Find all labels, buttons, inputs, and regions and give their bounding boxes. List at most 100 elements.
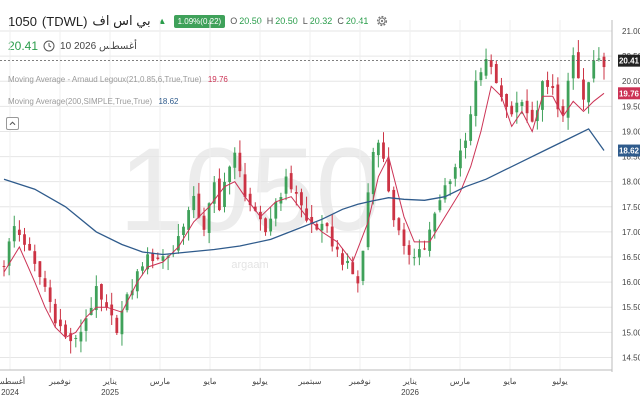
candle-body	[161, 256, 165, 261]
candle-body	[151, 253, 155, 262]
candle-body	[53, 303, 57, 324]
candle-body	[74, 337, 78, 339]
x-tick-label: مارس	[450, 377, 470, 386]
x-tick-label: سبتمبر	[298, 377, 322, 386]
candle-body	[356, 276, 360, 284]
indicator-sma-value: 18.62	[158, 97, 179, 106]
candle-body	[397, 218, 401, 231]
candle-body	[351, 262, 355, 275]
indicator-alma-name: Moving Average - Arnaud Legoux(21,0.85,6…	[8, 75, 202, 84]
candle-body	[325, 223, 329, 227]
candle-body	[48, 287, 52, 302]
y-tick-label: 16.50	[622, 253, 640, 262]
x-tick-label: نوفمبر	[348, 377, 371, 386]
candle-body	[197, 193, 201, 218]
candle-body	[597, 58, 601, 60]
candle-body	[376, 142, 380, 156]
candle-body	[469, 114, 473, 141]
candle-body	[233, 152, 237, 168]
candle-body	[571, 55, 575, 79]
candle-body	[392, 189, 396, 221]
candle-body	[141, 266, 144, 271]
candle-body	[187, 210, 191, 230]
x-tick-label: أغسطس	[0, 375, 25, 386]
x-tick-label: نوفمبر	[48, 377, 71, 386]
candle-body	[566, 80, 570, 118]
candle-body	[156, 257, 160, 259]
candle-body	[264, 218, 267, 233]
x-tick-label: يوليو	[251, 377, 267, 386]
indicator-sma-name: Moving Average(200,SIMPLE,True,True)	[8, 97, 153, 106]
candle-body	[2, 265, 6, 267]
candle-body	[43, 278, 47, 287]
candle-body	[417, 249, 421, 258]
axis-price-tag-label: 20.41	[619, 57, 640, 66]
candle-body	[182, 226, 185, 235]
candle-body	[274, 201, 278, 219]
y-tick-label: 14.50	[622, 353, 640, 362]
x-tick-label: مارس	[150, 377, 170, 386]
candle-body	[94, 286, 98, 311]
candle-body	[561, 106, 565, 115]
candle-body	[192, 195, 196, 211]
candle-body	[33, 251, 37, 264]
candle-body	[23, 234, 26, 245]
candle-body	[387, 159, 391, 192]
candle-body	[592, 60, 596, 79]
candle-body	[587, 82, 591, 103]
candle-body	[423, 248, 426, 250]
candle-body	[402, 229, 406, 246]
candle-body	[300, 192, 303, 206]
candle-body	[551, 85, 555, 89]
candle-body	[515, 102, 519, 113]
candle-body	[110, 304, 114, 316]
candle-body	[489, 60, 493, 67]
x-tick-label: يناير	[402, 377, 417, 386]
watermark-brand: argaam	[231, 259, 268, 271]
candle-body	[294, 192, 298, 194]
y-tick-label: 19.50	[622, 102, 640, 111]
candle-body	[100, 284, 103, 300]
candle-body	[330, 226, 334, 247]
candle-body	[120, 310, 124, 335]
candle-body	[38, 261, 42, 278]
candle-body	[520, 102, 524, 106]
candle-body	[448, 181, 452, 185]
candle-body	[382, 142, 385, 159]
candle-body	[341, 253, 344, 265]
candle-body	[602, 56, 606, 68]
candle-body	[371, 151, 375, 195]
candle-body	[84, 318, 88, 331]
candle-body	[64, 324, 67, 336]
candle-body	[305, 208, 308, 221]
indicator-alma-value: 19.76	[207, 75, 228, 84]
axis-price-tag-label: 19.76	[619, 89, 640, 98]
y-tick-label: 17.50	[622, 203, 640, 212]
axis-price-tag-label: 18.62	[619, 147, 640, 156]
candle-body	[12, 226, 16, 242]
candle-body	[582, 79, 585, 100]
indicator-alma[interactable]: Moving Average - Arnaud Legoux(21,0.85,6…	[8, 75, 228, 84]
candle-body	[320, 223, 324, 231]
candle-body	[269, 218, 273, 232]
candle-body	[412, 257, 416, 259]
candle-body	[17, 229, 21, 235]
candle-body	[228, 166, 232, 183]
collapse-chevron-icon[interactable]	[6, 117, 19, 130]
indicator-sma[interactable]: Moving Average(200,SIMPLE,True,True) 18.…	[8, 97, 178, 106]
candle-body	[459, 150, 462, 169]
candle-body	[361, 250, 365, 281]
candle-body	[464, 140, 467, 148]
y-tick-label: 21.00	[622, 27, 640, 36]
candle-body	[28, 243, 32, 251]
candle-body	[289, 173, 293, 190]
y-tick-label: 19.00	[622, 127, 640, 136]
y-tick-label: 17.00	[622, 228, 640, 237]
candle-body	[474, 80, 478, 116]
x-tick-year: 2024	[1, 388, 19, 397]
candle-body	[79, 331, 83, 342]
candle-body	[284, 176, 288, 194]
y-tick-label: 20.00	[622, 77, 640, 86]
candle-body	[453, 167, 457, 179]
price-chart[interactable]: 1050argaam14.5015.0015.5016.0016.5017.00…	[0, 0, 640, 400]
